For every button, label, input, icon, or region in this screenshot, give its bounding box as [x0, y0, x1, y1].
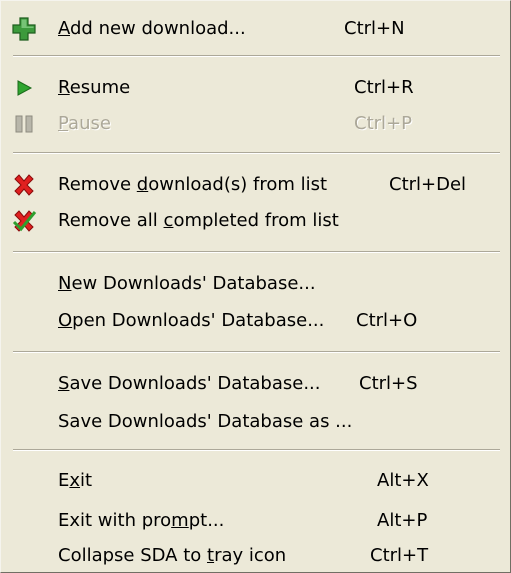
green-plus-icon: [11, 16, 37, 42]
menu-item-exit-with-prompt[interactable]: Exit with prompt... Alt+P: [1, 503, 510, 539]
menu-item-label: Open Downloads' Database...: [58, 310, 325, 331]
menu-item-save-database-as[interactable]: Save Downloads' Database as ...: [1, 404, 510, 440]
green-play-icon: [11, 75, 37, 101]
menu-item-resume[interactable]: Resume Ctrl+R: [1, 70, 510, 106]
menu-item-label: Exit with prompt...: [58, 510, 225, 531]
menu-item-label: Pause: [58, 113, 111, 134]
red-x-check-icon: [11, 208, 37, 234]
menu-item-open-database[interactable]: Open Downloads' Database... Ctrl+O: [1, 303, 510, 339]
menu-item-new-database[interactable]: New Downloads' Database...: [1, 266, 510, 302]
red-x-icon: [11, 172, 37, 198]
menu-item-shortcut: Alt+X: [377, 470, 429, 491]
download-context-menu: Add new download... Ctrl+N Resume Ctrl+R…: [0, 0, 511, 573]
menu-item-label: Exit: [58, 470, 93, 491]
menu-item-label: Save Downloads' Database...: [58, 373, 321, 394]
menu-item-label: New Downloads' Database...: [58, 273, 316, 294]
menu-separator: [13, 152, 500, 154]
menu-item-shortcut: Ctrl+P: [354, 113, 412, 134]
menu-item-add-new-download[interactable]: Add new download... Ctrl+N: [1, 11, 510, 47]
menu-item-shortcut: Ctrl+S: [359, 373, 418, 394]
menu-item-shortcut: Ctrl+Del: [389, 174, 467, 195]
menu-item-shortcut: Ctrl+N: [344, 18, 405, 39]
menu-separator: [13, 55, 500, 57]
menu-item-label: Add new download...: [58, 18, 246, 39]
menu-item-shortcut: Ctrl+T: [370, 545, 429, 566]
menu-separator: [13, 449, 500, 451]
menu-item-pause[interactable]: Pause Ctrl+P: [1, 106, 510, 142]
menu-item-exit[interactable]: Exit Alt+X: [1, 463, 510, 499]
menu-item-shortcut: Alt+P: [377, 510, 428, 531]
menu-item-shortcut: Ctrl+R: [354, 77, 414, 98]
menu-item-save-database[interactable]: Save Downloads' Database... Ctrl+S: [1, 366, 510, 402]
menu-separator: [13, 251, 500, 253]
menu-item-label: Collapse SDA to tray icon: [58, 545, 287, 566]
menu-separator: [13, 351, 500, 353]
menu-item-label: Resume: [58, 77, 131, 98]
menu-item-label: Remove all completed from list: [58, 210, 339, 231]
menu-item-label: Remove download(s) from list: [58, 174, 328, 195]
menu-item-remove-downloads[interactable]: Remove download(s) from list Ctrl+Del: [1, 167, 510, 203]
menu-item-collapse-to-tray[interactable]: Collapse SDA to tray icon Ctrl+T: [1, 538, 510, 573]
menu-item-label: Save Downloads' Database as ...: [58, 411, 353, 432]
menu-item-shortcut: Ctrl+O: [356, 310, 418, 331]
menu-item-remove-completed[interactable]: Remove all completed from list: [1, 203, 510, 239]
pause-icon: [11, 111, 37, 137]
